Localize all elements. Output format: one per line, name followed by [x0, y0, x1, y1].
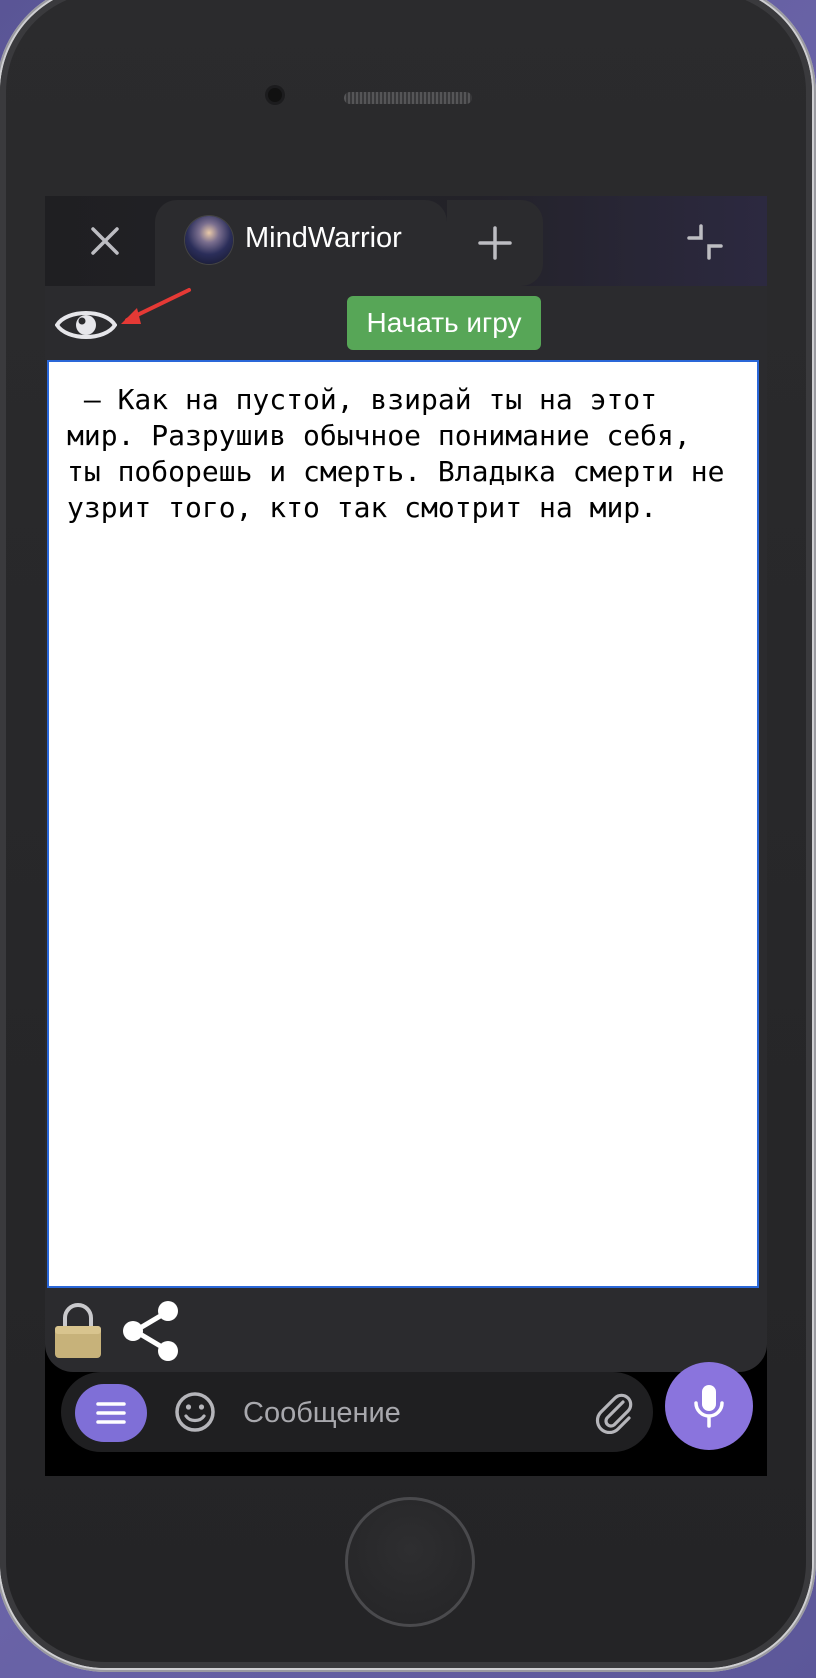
pointer-arrow-annotation: [121, 288, 191, 324]
minimize-icon: [687, 224, 723, 260]
emoji-icon[interactable]: [173, 1390, 217, 1434]
home-button[interactable]: [345, 1497, 475, 1627]
message-composer: [61, 1372, 653, 1452]
message-input[interactable]: [241, 1390, 545, 1436]
eye-icon: [55, 311, 117, 339]
front-camera: [268, 88, 282, 102]
phone-screen: MindWarrior Начать игру – Как на пустой,…: [45, 196, 767, 1476]
voice-message-button[interactable]: [665, 1362, 753, 1450]
close-icon: [91, 227, 119, 255]
tab-bar: MindWarrior: [45, 196, 767, 286]
share-icon[interactable]: [121, 1300, 181, 1362]
tab-title: MindWarrior: [245, 222, 402, 254]
minimize-button[interactable]: [675, 212, 735, 272]
close-button[interactable]: [55, 206, 155, 276]
app-panel: Начать игру – Как на пустой, взирай ты н…: [45, 286, 767, 1372]
earpiece-speaker: [344, 92, 472, 104]
start-game-button[interactable]: Начать игру: [347, 296, 541, 350]
attach-icon[interactable]: [593, 1390, 637, 1434]
new-tab-button[interactable]: [447, 200, 543, 286]
mic-icon: [694, 1385, 724, 1428]
view-button[interactable]: [53, 300, 119, 350]
avatar: [185, 216, 233, 264]
plus-icon: [478, 226, 512, 260]
story-text-area[interactable]: – Как на пустой, взирай ты на этот мир. …: [47, 360, 759, 1288]
tab-mindwarrior[interactable]: MindWarrior: [155, 200, 447, 286]
menu-icon: [96, 1402, 126, 1424]
lock-icon[interactable]: [53, 1300, 103, 1360]
menu-button[interactable]: [75, 1384, 147, 1442]
